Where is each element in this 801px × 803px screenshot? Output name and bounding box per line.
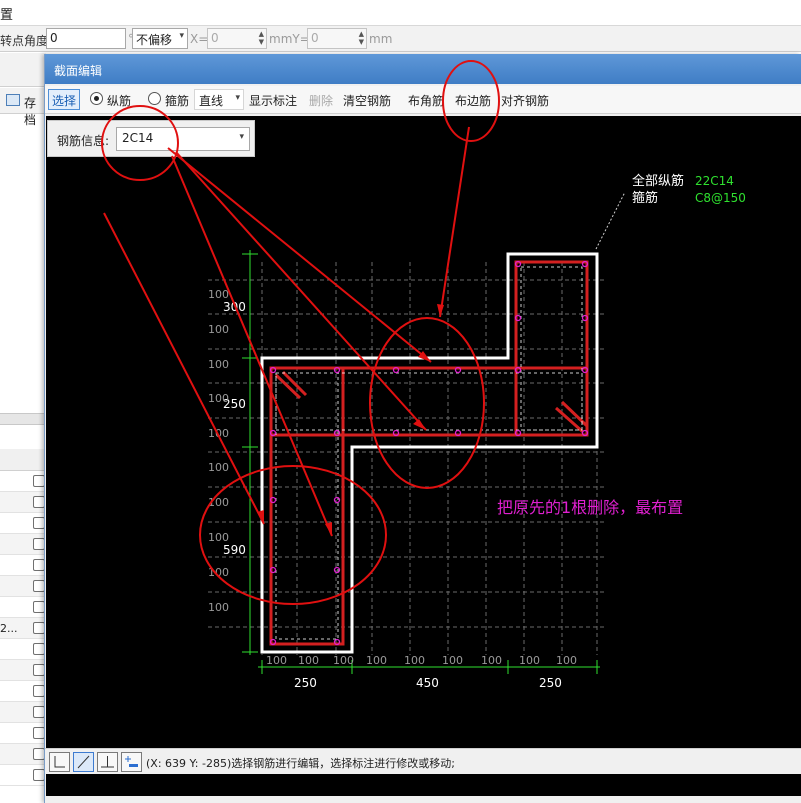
dialog-toolbar: 选择 纵筋 箍筋 直线 ▾ 显示标注 删除 清空钢筋 布角筋 布边筋 对齐钢筋 — [45, 86, 801, 114]
x-input[interactable]: 0 ▲ ▼ — [207, 28, 267, 49]
rebar-info-label: 钢筋信息: — [57, 134, 110, 148]
corner-rebar-button[interactable]: 布角筋 — [408, 92, 444, 109]
table-row[interactable] — [0, 702, 46, 723]
table-row[interactable] — [0, 555, 46, 576]
table-row[interactable]: 2... — [0, 618, 46, 639]
row-text: 2... — [0, 622, 18, 635]
table-row[interactable] — [0, 513, 46, 534]
x-value: 0 — [211, 31, 219, 45]
left-panel-header — [0, 53, 46, 87]
polar-snap-icon[interactable] — [73, 752, 94, 772]
mmy-label: mmY= — [269, 32, 310, 46]
table-row[interactable] — [0, 723, 46, 744]
table-row[interactable] — [0, 681, 46, 702]
clear-rebar-button[interactable]: 清空钢筋 — [343, 92, 391, 109]
table-row[interactable] — [0, 744, 46, 765]
table-row[interactable] — [0, 576, 46, 597]
offset-select[interactable]: 不偏移 ▾ — [132, 28, 188, 49]
drawing-canvas[interactable] — [46, 116, 801, 796]
chevron-down-icon: ▾ — [239, 132, 244, 142]
save-icon[interactable] — [6, 94, 20, 106]
dialog-title-bar[interactable]: 截面编辑 — [45, 54, 801, 84]
x-label: X= — [190, 32, 209, 46]
left-table-header — [0, 449, 46, 471]
table-row[interactable] — [0, 492, 46, 513]
app-title: 置 — [0, 8, 14, 23]
left-panel-divider — [0, 413, 46, 425]
delete-button[interactable]: 删除 — [309, 92, 333, 109]
select-button[interactable]: 选择 — [48, 89, 81, 110]
stirrup-label[interactable]: 箍筋 — [165, 92, 189, 109]
rebar-info-select[interactable]: 2C14 ▾ — [116, 127, 250, 151]
rebar-info-value: 2C14 — [122, 131, 154, 145]
offset-value: 不偏移 — [136, 33, 173, 47]
properties-bar: 转点角度 0 ° 不偏移 ▾ X= 0 ▲ ▼ mmY= 0 ▲ ▼ mm — [0, 26, 801, 52]
chevron-down-icon: ▾ — [235, 93, 240, 103]
longitudinal-label[interactable]: 纵筋 — [107, 92, 131, 109]
y-input[interactable]: 0 ▲ ▼ — [307, 28, 367, 49]
table-row[interactable] — [0, 597, 46, 618]
spinner-icon[interactable]: ▲ ▼ — [359, 30, 364, 46]
section-edit-dialog: 截面编辑 选择 纵筋 箍筋 直线 ▾ 显示标注 删除 清空钢筋 布角筋 布边筋 … — [44, 54, 801, 803]
mm-label: mm — [369, 32, 393, 46]
spinner-icon[interactable]: ▲ ▼ — [259, 30, 264, 46]
dialog-title: 截面编辑 — [54, 64, 103, 78]
table-row[interactable] — [0, 471, 46, 492]
line-type-value: 直线 — [199, 94, 224, 108]
status-message: (X: 639 Y: -285)选择钢筋进行编辑，选择标注进行修改或移动; — [146, 757, 455, 770]
perpendicular-snap-icon[interactable] — [97, 752, 118, 772]
stirrup-radio[interactable] — [148, 92, 161, 105]
ortho-snap-icon[interactable] — [49, 752, 70, 772]
table-row[interactable] — [0, 765, 46, 786]
angle-label: 转点角度 — [0, 34, 49, 48]
rebar-info-panel: 钢筋信息: 2C14 ▾ — [47, 120, 255, 157]
table-row[interactable] — [0, 639, 46, 660]
show-dims-button[interactable]: 显示标注 — [249, 92, 297, 109]
align-rebar-button[interactable]: 对齐钢筋 — [501, 92, 549, 109]
left-toolbar: 存档 — [0, 88, 46, 127]
table-row[interactable] — [0, 534, 46, 555]
longitudinal-radio[interactable] — [90, 92, 103, 105]
chevron-down-icon: ▾ — [179, 31, 184, 41]
left-tool-label[interactable]: 存档 — [24, 94, 46, 128]
table-row[interactable] — [0, 660, 46, 681]
line-type-select[interactable]: 直线 ▾ — [194, 89, 244, 110]
point-snap-icon[interactable] — [121, 752, 142, 772]
angle-input[interactable]: 0 — [46, 28, 126, 49]
app-title-bar: 置 — [0, 0, 801, 26]
y-value: 0 — [311, 31, 319, 45]
edge-rebar-button[interactable]: 布边筋 — [455, 92, 491, 109]
status-bar: (X: 639 Y: -285)选择钢筋进行编辑，选择标注进行修改或移动; — [45, 748, 801, 774]
